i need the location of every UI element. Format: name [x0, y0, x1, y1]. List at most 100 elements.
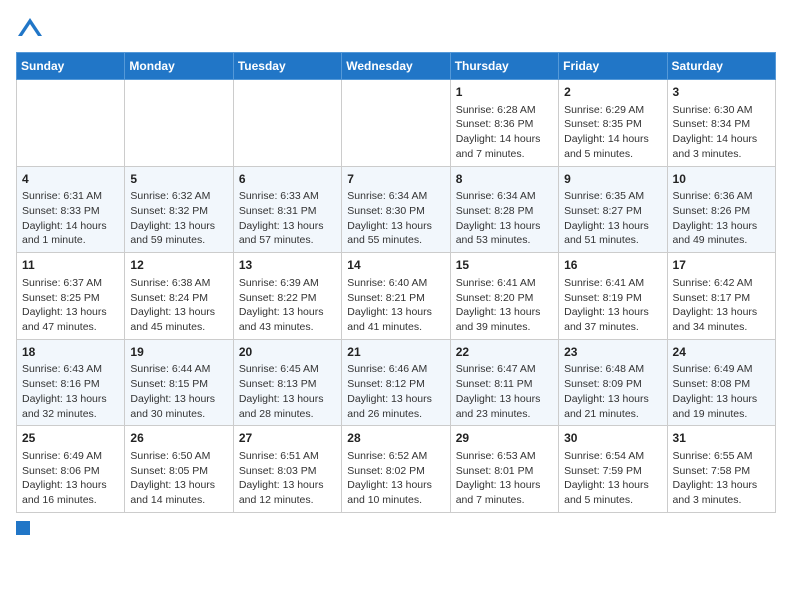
calendar-day-header: Saturday — [667, 53, 775, 80]
day-info: Sunrise: 6:42 AM Sunset: 8:17 PM Dayligh… — [673, 276, 770, 335]
day-number: 5 — [130, 171, 227, 188]
calendar-cell: 20Sunrise: 6:45 AM Sunset: 8:13 PM Dayli… — [233, 339, 341, 426]
calendar-cell: 8Sunrise: 6:34 AM Sunset: 8:28 PM Daylig… — [450, 166, 558, 253]
day-info: Sunrise: 6:50 AM Sunset: 8:05 PM Dayligh… — [130, 449, 227, 508]
calendar-day-header: Wednesday — [342, 53, 450, 80]
calendar-day-header: Tuesday — [233, 53, 341, 80]
day-number: 23 — [564, 344, 661, 361]
calendar-cell: 12 Sunrise: 6:38 AM Sunset: 8:24 PM Dayli… — [125, 253, 233, 340]
day-number: 19 — [130, 344, 227, 361]
calendar-week-row: 4Sunrise: 6:31 AM Sunset: 8:33 PM Daylig… — [17, 166, 776, 253]
day-info: Sunrise: 6:53 AM Sunset: 8:01 PM Dayligh… — [456, 449, 553, 508]
day-number: 29 — [456, 430, 553, 447]
day-number: 31 — [673, 430, 770, 447]
day-info: Sunrise: 6:54 AM Sunset: 7:59 PM Dayligh… — [564, 449, 661, 508]
calendar-cell: 6Sunrise: 6:33 AM Sunset: 8:31 PM Daylig… — [233, 166, 341, 253]
day-number: 3 — [673, 84, 770, 101]
day-info: Sunrise: 6:35 AM Sunset: 8:27 PM Dayligh… — [564, 189, 661, 248]
day-number: 20 — [239, 344, 336, 361]
day-info: Sunrise: 6:28 AM Sunset: 8:36 PM Dayligh… — [456, 103, 553, 162]
day-info: Sunrise: 6:38 AM Sunset: 8:24 PM Dayligh… — [130, 276, 227, 335]
day-info: Sunrise: 6:43 AM Sunset: 8:16 PM Dayligh… — [22, 362, 119, 421]
day-info: Sunrise: 6:34 AM Sunset: 8:28 PM Dayligh… — [456, 189, 553, 248]
calendar-cell: 29 Sunrise: 6:53 AM Sunset: 8:01 PM Dayli… — [450, 426, 558, 513]
day-info: Sunrise: 6:32 AM Sunset: 8:32 PM Dayligh… — [130, 189, 227, 248]
day-number: 12 — [130, 257, 227, 274]
calendar-week-row: 11 Sunrise: 6:37 AM Sunset: 8:25 PM Dayli… — [17, 253, 776, 340]
calendar-cell: 28Sunrise: 6:52 AM Sunset: 8:02 PM Dayli… — [342, 426, 450, 513]
page-header — [16, 16, 776, 44]
day-number: 9 — [564, 171, 661, 188]
day-number: 26 — [130, 430, 227, 447]
calendar-cell: 13 Sunrise: 6:39 AM Sunset: 8:22 PM Dayli… — [233, 253, 341, 340]
calendar-cell: 4Sunrise: 6:31 AM Sunset: 8:33 PM Daylig… — [17, 166, 125, 253]
day-number: 1 — [456, 84, 553, 101]
day-number: 13 — [239, 257, 336, 274]
day-info: Sunrise: 6:30 AM Sunset: 8:34 PM Dayligh… — [673, 103, 770, 162]
day-number: 16 — [564, 257, 661, 274]
calendar-cell: 7Sunrise: 6:34 AM Sunset: 8:30 PM Daylig… — [342, 166, 450, 253]
day-number: 7 — [347, 171, 444, 188]
calendar-cell — [342, 80, 450, 167]
day-info: Sunrise: 6:47 AM Sunset: 8:11 PM Dayligh… — [456, 362, 553, 421]
calendar-cell: 18Sunrise: 6:43 AM Sunset: 8:16 PM Dayli… — [17, 339, 125, 426]
day-number: 17 — [673, 257, 770, 274]
calendar-cell — [233, 80, 341, 167]
day-info: Sunrise: 6:37 AM Sunset: 8:25 PM Dayligh… — [22, 276, 119, 335]
calendar-cell: 5Sunrise: 6:32 AM Sunset: 8:32 PM Daylig… — [125, 166, 233, 253]
day-info: Sunrise: 6:44 AM Sunset: 8:15 PM Dayligh… — [130, 362, 227, 421]
calendar-cell: 10Sunrise: 6:36 AM Sunset: 8:26 PM Dayli… — [667, 166, 775, 253]
calendar-cell: 25 Sunrise: 6:49 AM Sunset: 8:06 PM Dayli… — [17, 426, 125, 513]
calendar-cell: 27 Sunrise: 6:51 AM Sunset: 8:03 PM Dayli… — [233, 426, 341, 513]
day-info: Sunrise: 6:49 AM Sunset: 8:06 PM Dayligh… — [22, 449, 119, 508]
calendar-cell: 15 Sunrise: 6:41 AM Sunset: 8:20 PM Dayli… — [450, 253, 558, 340]
calendar-day-header: Monday — [125, 53, 233, 80]
logo-icon — [16, 16, 44, 44]
day-number: 6 — [239, 171, 336, 188]
day-number: 4 — [22, 171, 119, 188]
day-number: 30 — [564, 430, 661, 447]
calendar-cell: 9Sunrise: 6:35 AM Sunset: 8:27 PM Daylig… — [559, 166, 667, 253]
calendar-cell: 3 Sunrise: 6:30 AM Sunset: 8:34 PM Daylig… — [667, 80, 775, 167]
calendar-cell: 22Sunrise: 6:47 AM Sunset: 8:11 PM Dayli… — [450, 339, 558, 426]
day-number: 27 — [239, 430, 336, 447]
day-info: Sunrise: 6:36 AM Sunset: 8:26 PM Dayligh… — [673, 189, 770, 248]
calendar-table: SundayMondayTuesdayWednesdayThursdayFrid… — [16, 52, 776, 513]
calendar-day-header: Thursday — [450, 53, 558, 80]
day-info: Sunrise: 6:34 AM Sunset: 8:30 PM Dayligh… — [347, 189, 444, 248]
day-info: Sunrise: 6:41 AM Sunset: 8:19 PM Dayligh… — [564, 276, 661, 335]
logo — [16, 16, 48, 44]
day-number: 11 — [22, 257, 119, 274]
calendar-cell: 2Sunrise: 6:29 AM Sunset: 8:35 PM Daylig… — [559, 80, 667, 167]
day-number: 15 — [456, 257, 553, 274]
calendar-cell: 17 Sunrise: 6:42 AM Sunset: 8:17 PM Dayli… — [667, 253, 775, 340]
day-info: Sunrise: 6:39 AM Sunset: 8:22 PM Dayligh… — [239, 276, 336, 335]
calendar-cell: 31Sunrise: 6:55 AM Sunset: 7:58 PM Dayli… — [667, 426, 775, 513]
calendar-cell: 24Sunrise: 6:49 AM Sunset: 8:08 PM Dayli… — [667, 339, 775, 426]
day-info: Sunrise: 6:41 AM Sunset: 8:20 PM Dayligh… — [456, 276, 553, 335]
calendar-footer — [16, 521, 776, 535]
day-info: Sunrise: 6:45 AM Sunset: 8:13 PM Dayligh… — [239, 362, 336, 421]
day-info: Sunrise: 6:33 AM Sunset: 8:31 PM Dayligh… — [239, 189, 336, 248]
day-number: 10 — [673, 171, 770, 188]
calendar-cell: 14 Sunrise: 6:40 AM Sunset: 8:21 PM Dayli… — [342, 253, 450, 340]
calendar-week-row: 18Sunrise: 6:43 AM Sunset: 8:16 PM Dayli… — [17, 339, 776, 426]
calendar-day-header: Friday — [559, 53, 667, 80]
day-info: Sunrise: 6:51 AM Sunset: 8:03 PM Dayligh… — [239, 449, 336, 508]
calendar-cell: 21Sunrise: 6:46 AM Sunset: 8:12 PM Dayli… — [342, 339, 450, 426]
day-info: Sunrise: 6:49 AM Sunset: 8:08 PM Dayligh… — [673, 362, 770, 421]
calendar-cell — [125, 80, 233, 167]
day-number: 21 — [347, 344, 444, 361]
calendar-header-row: SundayMondayTuesdayWednesdayThursdayFrid… — [17, 53, 776, 80]
calendar-day-header: Sunday — [17, 53, 125, 80]
calendar-week-row: 1 Sunrise: 6:28 AM Sunset: 8:36 PM Daylig… — [17, 80, 776, 167]
calendar-cell: 26 Sunrise: 6:50 AM Sunset: 8:05 PM Dayli… — [125, 426, 233, 513]
day-number: 18 — [22, 344, 119, 361]
day-number: 14 — [347, 257, 444, 274]
day-info: Sunrise: 6:48 AM Sunset: 8:09 PM Dayligh… — [564, 362, 661, 421]
day-info: Sunrise: 6:40 AM Sunset: 8:21 PM Dayligh… — [347, 276, 444, 335]
calendar-cell: 23Sunrise: 6:48 AM Sunset: 8:09 PM Dayli… — [559, 339, 667, 426]
day-number: 25 — [22, 430, 119, 447]
calendar-cell: 16 Sunrise: 6:41 AM Sunset: 8:19 PM Dayli… — [559, 253, 667, 340]
calendar-cell: 1 Sunrise: 6:28 AM Sunset: 8:36 PM Daylig… — [450, 80, 558, 167]
